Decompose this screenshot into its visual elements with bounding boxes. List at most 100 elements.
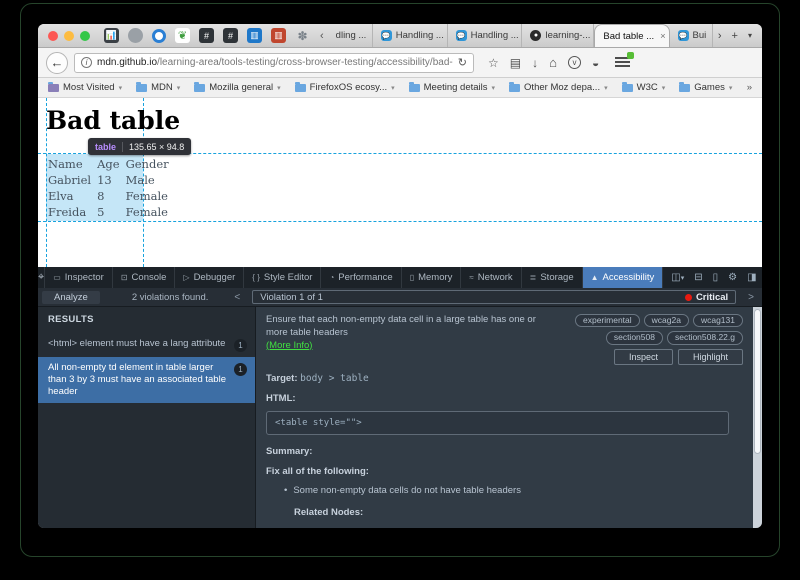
tab-performance[interactable]: ◔Performance (321, 267, 401, 288)
node-tag-name: table (95, 142, 116, 152)
dock-side-button[interactable]: ◫▾ (671, 272, 684, 283)
hash-icon: # (204, 31, 209, 41)
irc-hash-pinned-tab-icon[interactable]: # (199, 28, 214, 43)
tab-label: Style Editor (264, 272, 313, 283)
accessibility-icon: ▲ (591, 273, 599, 282)
tab-bui[interactable]: 💬Bui (670, 24, 713, 47)
stats-pinned-tab-icon[interactable]: 📊 (104, 28, 119, 43)
result-item-lang-attribute[interactable]: <html> element must have a lang attribut… (38, 333, 255, 357)
tab-debugger[interactable]: ▷Debugger (175, 267, 244, 288)
table-cell: Elva (48, 188, 97, 204)
github-icon: ● (530, 30, 541, 41)
result-item-table-header[interactable]: All non-empty td element in table larger… (38, 357, 255, 403)
bookmark-most-visited[interactable]: Most Visited▾ (48, 82, 122, 93)
url-bar[interactable]: i mdn.github.io/learning-area/tools-test… (74, 53, 474, 73)
tab-close-icon[interactable]: × (660, 31, 666, 42)
chevron-down-icon: ▾ (729, 84, 733, 92)
element-picker-button[interactable]: ⌖ (38, 267, 45, 288)
pocket-icon[interactable]: v (568, 56, 581, 69)
trello-blue-pinned-tab-icon[interactable]: ▥ (247, 28, 262, 43)
tab-bad-table-active[interactable]: Bad table ...× (594, 24, 669, 47)
bookmark-games[interactable]: Games ▾ (679, 82, 732, 93)
bookmark-label: Games (694, 82, 725, 93)
zoom-window-button[interactable] (80, 31, 90, 41)
tab-style-editor[interactable]: { }Style Editor (244, 267, 321, 288)
extension-icon[interactable]: ◒ (592, 57, 599, 69)
url-domain: mdn.github.io (97, 57, 157, 68)
tab-console[interactable]: ⊡Console (113, 267, 176, 288)
flower-pinned-tab-icon[interactable]: ✽ (295, 28, 310, 43)
close-window-button[interactable] (48, 31, 58, 41)
bookmark-meeting-details[interactable]: Meeting details▾ (409, 82, 495, 93)
bookmark-w3c[interactable]: W3C▾ (622, 82, 666, 93)
more-info-link[interactable]: (More Info) (266, 340, 312, 351)
responsive-mode-button[interactable]: ▯ (713, 272, 719, 283)
folder-icon (194, 84, 205, 92)
html-row: HTML: <table style=""> (266, 393, 743, 435)
table-cell: Freida (48, 204, 97, 220)
bookmark-mdn[interactable]: MDN▾ (136, 82, 180, 93)
bookmark-label: MDN (151, 82, 173, 93)
next-violation-button[interactable]: > (744, 292, 758, 303)
trello-red-pinned-tab-icon[interactable]: ▥ (271, 28, 286, 43)
irc-hash-pinned-tab-icon-2[interactable]: # (223, 28, 238, 43)
menu-button[interactable] (615, 57, 630, 68)
downloads-icon[interactable]: ↓ (532, 57, 538, 69)
highlighter-guide-horizontal-bottom (38, 221, 762, 222)
browser-window: 📊 ❦ # # ▥ ▥ ✽ ‹ dling ... 💬Handling ... … (38, 24, 762, 528)
reading-list-icon[interactable]: ▤ (510, 57, 521, 69)
tab-inspector[interactable]: ▭Inspector (45, 267, 113, 288)
reload-button[interactable]: ↻ (458, 56, 467, 69)
back-button[interactable]: ← (46, 52, 68, 74)
tab-list-dropdown-button[interactable]: ▾ (743, 31, 762, 40)
split-console-button[interactable]: ⊟ (694, 272, 702, 283)
content-table: Name Age Gender Gabriel 13 Male Elva 8 F… (48, 156, 175, 220)
bookmark-other-moz[interactable]: Other Moz depa...▾ (509, 82, 608, 93)
previous-violation-button[interactable]: < (230, 292, 244, 303)
bookmark-mozilla-general[interactable]: Mozilla general▾ (194, 82, 280, 93)
tab-accessibility[interactable]: ▲Accessibility (583, 267, 664, 288)
bookmark-firefoxos[interactable]: FirefoxOS ecosy...▾ (295, 82, 395, 93)
result-text: All non-empty td element in table larger… (48, 362, 228, 398)
tab-learning-area[interactable]: ●learning-... (522, 24, 594, 47)
tag-pill: section508 (606, 331, 663, 344)
plant-pinned-tab-icon[interactable]: ❦ (175, 28, 190, 43)
home-icon[interactable]: ⌂ (549, 56, 557, 69)
bookmark-star-icon[interactable]: ☆ (488, 57, 499, 69)
related-node-link[interactable]: body > table > tbody > tr:nth-of-type(1)… (328, 527, 569, 528)
chat-icon: 💬 (381, 30, 392, 41)
new-tab-button[interactable]: + (727, 30, 743, 42)
tab-memory[interactable]: ▯Memory (402, 267, 462, 288)
network-icon: ≈ (469, 273, 473, 282)
tab-handling-cut[interactable]: dling ... (328, 24, 373, 47)
sidebar-toggle-button[interactable]: ◨ (747, 272, 756, 283)
site-info-icon[interactable]: i (81, 57, 92, 68)
scrollbar-thumb[interactable] (754, 309, 761, 454)
globe-pinned-tab-icon[interactable] (128, 28, 143, 43)
tab-storage[interactable]: ≣Storage (522, 267, 583, 288)
detail-scrollbar[interactable] (753, 307, 762, 528)
tab-scroll-left-button[interactable]: ‹ (316, 30, 328, 42)
chevron-down-icon: ▾ (391, 84, 395, 92)
minimize-window-button[interactable] (64, 31, 74, 41)
devtools-settings-button[interactable]: ⚙ (728, 272, 737, 283)
highlight-button[interactable]: Highlight (678, 349, 743, 365)
violation-description: Ensure that each non-empty data cell in … (266, 314, 536, 338)
toolbar-icons: ☆ ▤ ↓ ⌂ v ◒ (488, 56, 599, 69)
tab-scroll-right-button[interactable]: › (713, 30, 727, 42)
tab-handling-1[interactable]: 💬Handling ... (373, 24, 448, 47)
bookmarks-overflow-button[interactable]: » (747, 82, 752, 93)
ring-pinned-tab-icon[interactable] (152, 29, 166, 43)
table-cell: 13 (97, 172, 125, 188)
tab-label: Debugger (194, 272, 236, 283)
inspect-button[interactable]: Inspect (614, 349, 673, 365)
update-badge (627, 52, 634, 59)
table-row: Gabriel 13 Male (48, 172, 175, 188)
analyze-button[interactable]: Analyze (42, 291, 100, 304)
related-nodes-list: body > table > tbody > tr:nth-of-type(1)… (318, 527, 743, 528)
tab-label: Bui (693, 30, 707, 41)
tab-network[interactable]: ≈Network (461, 267, 521, 288)
table-cell: 5 (97, 204, 125, 220)
divider (122, 142, 123, 152)
tab-handling-2[interactable]: 💬Handling ... (448, 24, 523, 47)
